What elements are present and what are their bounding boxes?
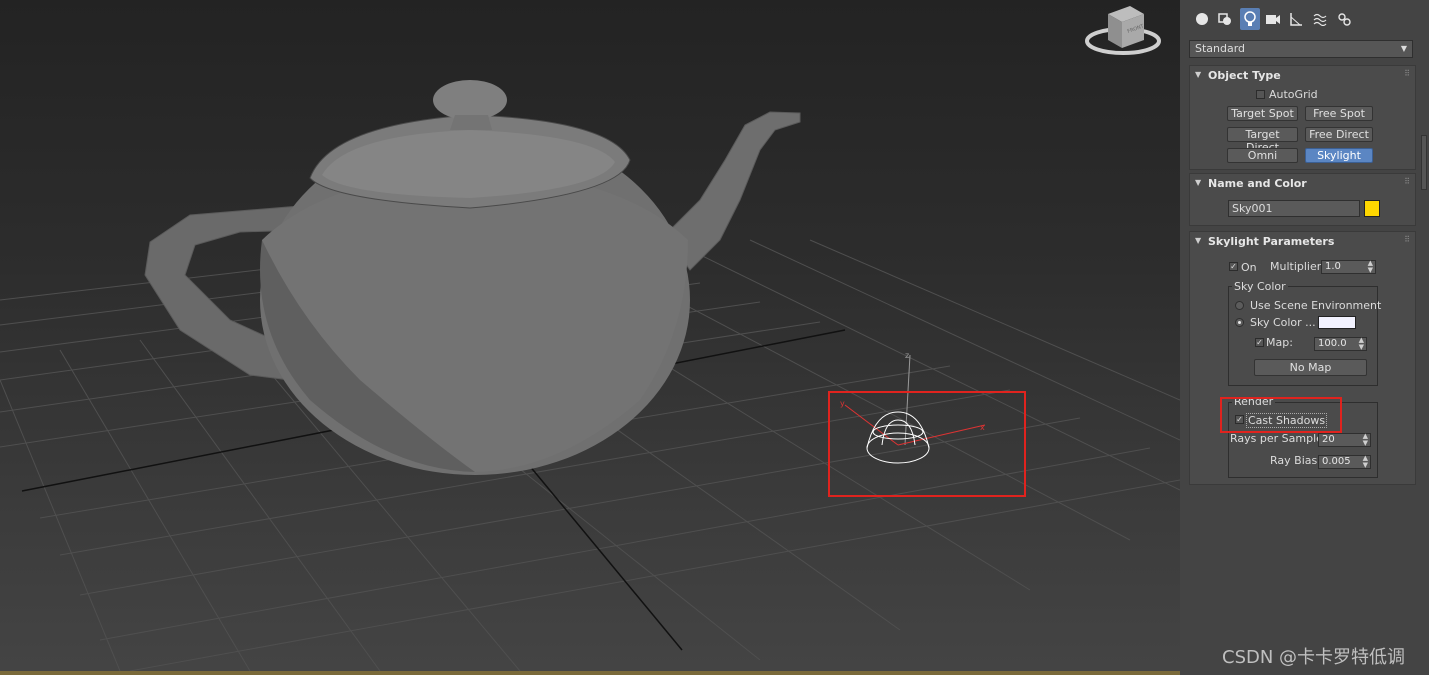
no-map-button[interactable]: No Map	[1254, 359, 1367, 376]
map-amount-spinner[interactable]: 100.0 ▲ ▼	[1314, 337, 1367, 351]
watermark-text: CSDN @卡卡罗特低调	[1222, 647, 1406, 668]
chevron-down-icon: ▼	[1400, 44, 1407, 53]
use-scene-environment-radio[interactable]	[1235, 301, 1244, 310]
rays-per-sample-label: Rays per Sample:	[1230, 432, 1327, 445]
systems-tab[interactable]	[1334, 8, 1354, 30]
skylight-button[interactable]: Skylight	[1305, 148, 1373, 163]
collapse-triangle-icon[interactable]: ▼	[1195, 178, 1201, 187]
rollout-grip-icon[interactable]: ⠿	[1404, 69, 1410, 78]
rollout-grip-icon[interactable]: ⠿	[1404, 177, 1410, 186]
free-direct-button[interactable]: Free Direct	[1305, 127, 1373, 142]
create-category-tabs	[1184, 8, 1429, 34]
collapse-triangle-icon[interactable]: ▼	[1195, 236, 1201, 245]
ray-bias-label: Ray Bias:	[1270, 454, 1321, 467]
multiplier-label: Multiplier:	[1270, 260, 1325, 273]
use-scene-environment-label: Use Scene Environment	[1250, 299, 1382, 312]
skylight-parameters-title[interactable]: Skylight Parameters	[1208, 235, 1334, 248]
command-panel-scrollbar[interactable]	[1421, 135, 1427, 190]
autogrid-label: AutoGrid	[1269, 88, 1318, 101]
geometry-icon	[1196, 13, 1208, 25]
autogrid-checkbox[interactable]	[1256, 90, 1265, 99]
object-name-field[interactable]: Sky001	[1228, 200, 1360, 217]
object-type-rollout: ▼ Object Type ⠿ AutoGrid Target Spot Fre…	[1189, 65, 1416, 170]
spinner-arrows-icon[interactable]: ▲ ▼	[1368, 260, 1373, 274]
light-type-value: Standard	[1195, 42, 1246, 55]
perspective-viewport[interactable]: z x y FRONT	[0, 0, 1180, 671]
target-direct-button[interactable]: Target Direct	[1227, 127, 1298, 154]
cameras-icon	[1266, 15, 1280, 24]
ray-bias-spinner[interactable]: 0.005 ▲ ▼	[1318, 455, 1371, 469]
spinner-arrows-icon[interactable]: ▲ ▼	[1359, 337, 1364, 351]
spinner-arrows-icon[interactable]: ▲ ▼	[1363, 455, 1368, 469]
sky-color-label: Sky Color ...	[1250, 316, 1316, 329]
on-checkbox[interactable]: ✓	[1229, 262, 1238, 271]
viewport-scene: z x y FRONT	[0, 6, 1180, 671]
lights-tab[interactable]	[1240, 8, 1260, 30]
name-and-color-title[interactable]: Name and Color	[1208, 177, 1307, 190]
teapot-object[interactable]	[144, 80, 801, 475]
helpers-icon	[1290, 13, 1302, 26]
multiplier-value: 1.0	[1325, 261, 1341, 272]
skylight-parameters-rollout: ▼ Skylight Parameters ⠿ ✓ On Multiplier:…	[1189, 231, 1416, 485]
map-amount-value: 100.0	[1318, 338, 1347, 349]
spinner-arrows-icon[interactable]: ▲ ▼	[1363, 433, 1368, 447]
sky-color-group-label: Sky Color	[1232, 280, 1288, 293]
map-checkbox[interactable]: ✓	[1255, 338, 1264, 347]
object-color-swatch[interactable]	[1364, 200, 1380, 217]
geometry-tab[interactable]	[1192, 8, 1212, 30]
viewcube[interactable]: FRONT	[1085, 6, 1161, 55]
object-type-title[interactable]: Object Type	[1208, 69, 1281, 82]
multiplier-spinner[interactable]: 1.0 ▲ ▼	[1321, 260, 1376, 274]
spacewarps-tab[interactable]	[1310, 8, 1330, 30]
command-panel: Standard ▼ ▼ Object Type ⠿ AutoGrid Targ…	[1184, 0, 1429, 675]
rollout-grip-icon[interactable]: ⠿	[1404, 235, 1410, 244]
shapes-tab[interactable]	[1215, 8, 1235, 30]
cameras-tab[interactable]	[1263, 8, 1283, 30]
on-label: On	[1241, 261, 1257, 274]
free-spot-button[interactable]: Free Spot	[1305, 106, 1373, 121]
omni-button[interactable]: Omni	[1227, 148, 1298, 163]
map-label: Map:	[1266, 336, 1293, 349]
shapes-icon	[1218, 13, 1231, 25]
target-spot-button[interactable]: Target Spot	[1227, 106, 1298, 121]
name-and-color-rollout: ▼ Name and Color ⠿ Sky001	[1189, 173, 1416, 226]
sky-color-swatch[interactable]	[1318, 316, 1356, 329]
light-type-dropdown[interactable]: Standard ▼	[1189, 40, 1413, 58]
lights-icon	[1244, 11, 1256, 26]
z-axis-label: z	[905, 351, 909, 360]
sky-color-radio[interactable]	[1235, 318, 1244, 327]
cast-shadows-highlight-box	[1220, 397, 1342, 433]
systems-icon	[1338, 13, 1351, 26]
rays-per-sample-value: 20	[1322, 434, 1335, 445]
spacewarps-icon	[1313, 13, 1327, 26]
helpers-tab[interactable]	[1286, 8, 1306, 30]
viewport-border	[0, 671, 1180, 675]
collapse-triangle-icon[interactable]: ▼	[1195, 70, 1201, 79]
rays-per-sample-spinner[interactable]: 20 ▲ ▼	[1318, 433, 1371, 447]
skylight-highlight-box	[828, 391, 1026, 497]
ray-bias-value: 0.005	[1322, 456, 1351, 467]
